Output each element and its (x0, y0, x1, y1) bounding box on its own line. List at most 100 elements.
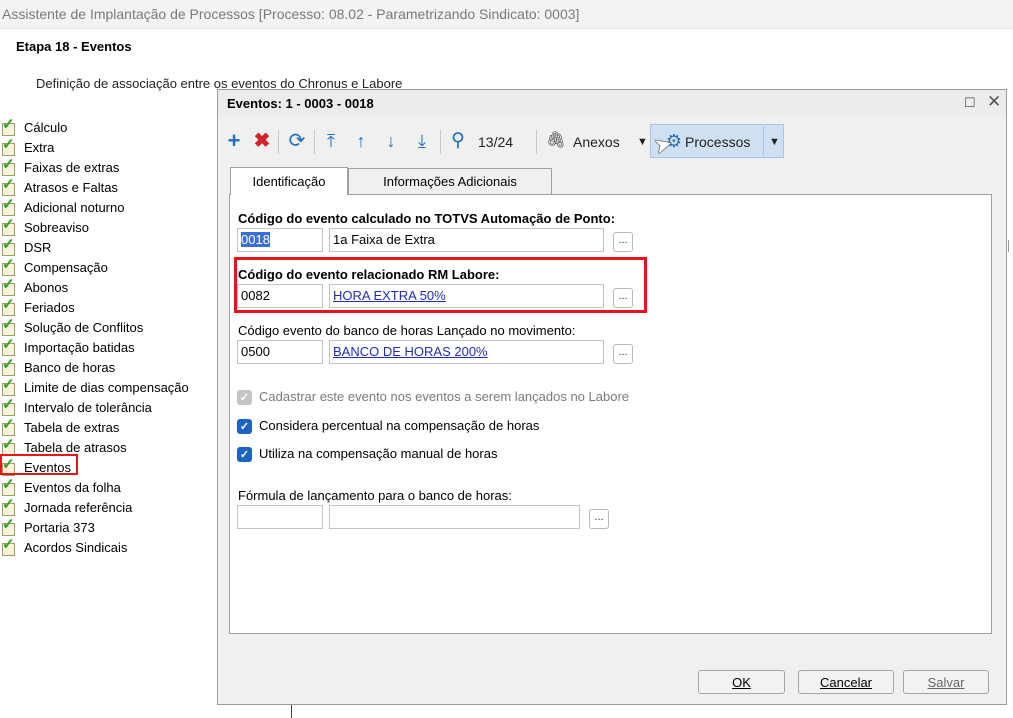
calc-event-label: Código do evento calculado no TOTVS Auto… (238, 211, 616, 226)
check-document-icon: ✓ (1, 337, 15, 356)
step-item-label: DSR (24, 239, 52, 255)
step-item-label: Feriados (24, 299, 75, 315)
step-item-label: Intervalo de tolerância (24, 399, 152, 415)
toolbar: + ✖ ⟳ ⤒ ↑ ↓ ⤓ ⚲ 13/24 🖇 Anexos ▼ ⚙ Proce… (218, 124, 1006, 159)
checkbox-considera-percentual-label: Considera percentual na compensação de h… (259, 418, 540, 433)
check-document-icon: ✓ (1, 297, 15, 316)
check-document-icon: ✓ (1, 537, 15, 556)
chevron-down-icon[interactable]: ▼ (769, 136, 780, 148)
check-document-icon: ✓ (1, 177, 15, 196)
step-item[interactable]: ✓ Abonos (0, 277, 205, 297)
step-item[interactable]: ✓ Tabela de extras (0, 417, 205, 437)
refresh-icon[interactable]: ⟳ (286, 126, 308, 156)
bank-event-lookup-button[interactable]: ... (613, 344, 633, 364)
restore-icon[interactable]: ☐ (964, 95, 976, 111)
bank-event-description-link[interactable]: BANCO DE HORAS 200% (329, 340, 604, 364)
step-item-label: Extra (24, 139, 55, 155)
check-document-icon: ✓ (1, 357, 15, 376)
save-button-label: Salvar (927, 674, 965, 690)
step-item-label: Adicional noturno (24, 199, 125, 215)
step-item-label: Limite de dias compensação (24, 379, 189, 395)
step-item-label: Cálculo (24, 119, 68, 135)
close-icon[interactable]: ✕ (987, 92, 1001, 112)
step-item[interactable]: ✓ Eventos da folha (0, 477, 205, 497)
step-item[interactable]: ✓ Banco de horas (0, 357, 205, 377)
check-document-icon: ✓ (1, 137, 15, 156)
save-button[interactable]: Salvar (903, 670, 989, 694)
split-divider (763, 126, 764, 156)
eventos-dialog: Eventos: 1 - 0003 - 0018 ☐ ✕ + ✖ ⟳ ⤒ ↑ ↓… (217, 89, 1007, 705)
dialog-titlebar: Eventos: 1 - 0003 - 0018 ☐ ✕ (218, 90, 1006, 116)
processos-label: Processos (685, 134, 751, 150)
check-document-icon: ✓ (1, 477, 15, 496)
first-record-icon[interactable]: ⤒ (321, 126, 341, 156)
step-item-label: Compensação (24, 259, 108, 275)
step-item[interactable]: ✓ Sobreaviso (0, 217, 205, 237)
step-item[interactable]: ✓ DSR (0, 237, 205, 257)
checkbox-cadastrar-evento[interactable]: ✓ (237, 390, 252, 405)
step-item[interactable]: ✓ Intervalo de tolerância (0, 397, 205, 417)
toolbar-separator (314, 130, 315, 154)
formula-text-input[interactable] (329, 505, 580, 529)
check-document-icon: ✓ (1, 197, 15, 216)
toolbar-separator (440, 130, 441, 154)
step-item[interactable]: ✓ Limite de dias compensação (0, 377, 205, 397)
cancel-button[interactable]: Cancelar (798, 670, 894, 694)
anexos-button[interactable]: Anexos (573, 134, 620, 150)
step-item[interactable]: ✓ Cálculo (0, 117, 205, 137)
search-icon[interactable]: ⚲ (446, 126, 470, 156)
cancel-button-label: Cancelar (819, 674, 873, 690)
dialog-title: Eventos: 1 - 0003 - 0018 (227, 96, 374, 111)
checkbox-compensacao-manual[interactable]: ✓ (237, 447, 252, 462)
step-item-label: Jornada referência (24, 499, 133, 515)
step-item-label: Tabela de extras (24, 419, 120, 435)
step-item[interactable]: ✓ Atrasos e Faltas (0, 177, 205, 197)
step-item[interactable]: ✓ Feriados (0, 297, 205, 317)
calc-event-code-input[interactable]: 0018 (237, 228, 323, 252)
step-item[interactable]: ✓ Extra (0, 137, 205, 157)
delete-icon[interactable]: ✖ (252, 126, 272, 156)
step-title: Etapa 18 - Eventos (16, 39, 132, 54)
check-document-icon: ✓ (1, 217, 15, 236)
check-document-icon: ✓ (1, 497, 15, 516)
toolbar-separator (536, 130, 537, 154)
check-document-icon: ✓ (1, 277, 15, 296)
previous-record-icon[interactable]: ↑ (351, 126, 371, 156)
check-document-icon: ✓ (1, 117, 15, 136)
step-item[interactable]: ✓ Faixas de extras (0, 157, 205, 177)
checkbox-considera-percentual[interactable]: ✓ (237, 419, 252, 434)
step-item-label: Acordos Sindicais (24, 539, 128, 555)
check-document-icon: ✓ (1, 257, 15, 276)
paperclip-icon[interactable]: 🖇 (546, 126, 566, 156)
tab-identificacao[interactable]: Identificação (230, 167, 348, 195)
divider (291, 704, 292, 718)
calc-event-description[interactable]: 1a Faixa de Extra (329, 228, 604, 252)
check-document-icon: ✓ (1, 237, 15, 256)
step-item[interactable]: ✓ Adicional noturno (0, 197, 205, 217)
divider (1008, 240, 1009, 252)
step-item[interactable]: ✓ Acordos Sindicais (0, 537, 205, 557)
step-item[interactable]: ✓ Importação batidas (0, 337, 205, 357)
step-item-label: Atrasos e Faltas (24, 179, 118, 195)
add-icon[interactable]: + (224, 126, 244, 156)
calc-event-lookup-button[interactable]: ... (613, 232, 633, 252)
bank-event-code-input[interactable]: 0500 (237, 340, 323, 364)
formula-lookup-button[interactable]: ... (589, 509, 609, 529)
calc-event-code-value: 0018 (241, 232, 270, 247)
formula-code-input[interactable] (237, 505, 323, 529)
step-item[interactable]: ✓ Compensação (0, 257, 205, 277)
step-item[interactable]: ✓ Jornada referência (0, 497, 205, 517)
check-document-icon: ✓ (1, 417, 15, 436)
next-record-icon[interactable]: ↓ (381, 126, 401, 156)
checkbox-compensacao-manual-label: Utiliza na compensação manual de horas (259, 446, 498, 461)
step-item[interactable]: ✓ Portaria 373 (0, 517, 205, 537)
step-item-label: Faixas de extras (24, 159, 120, 175)
toolbar-separator (278, 130, 279, 154)
last-record-icon[interactable]: ⤓ (412, 126, 432, 156)
step-item-label: Portaria 373 (24, 519, 95, 535)
chevron-down-icon[interactable]: ▼ (637, 136, 648, 148)
record-position: 13/24 (478, 134, 514, 150)
ok-button[interactable]: OK (698, 670, 785, 694)
tab-informacoes-adicionais[interactable]: Informações Adicionais (348, 168, 552, 194)
step-item[interactable]: ✓ Solução de Conflitos (0, 317, 205, 337)
